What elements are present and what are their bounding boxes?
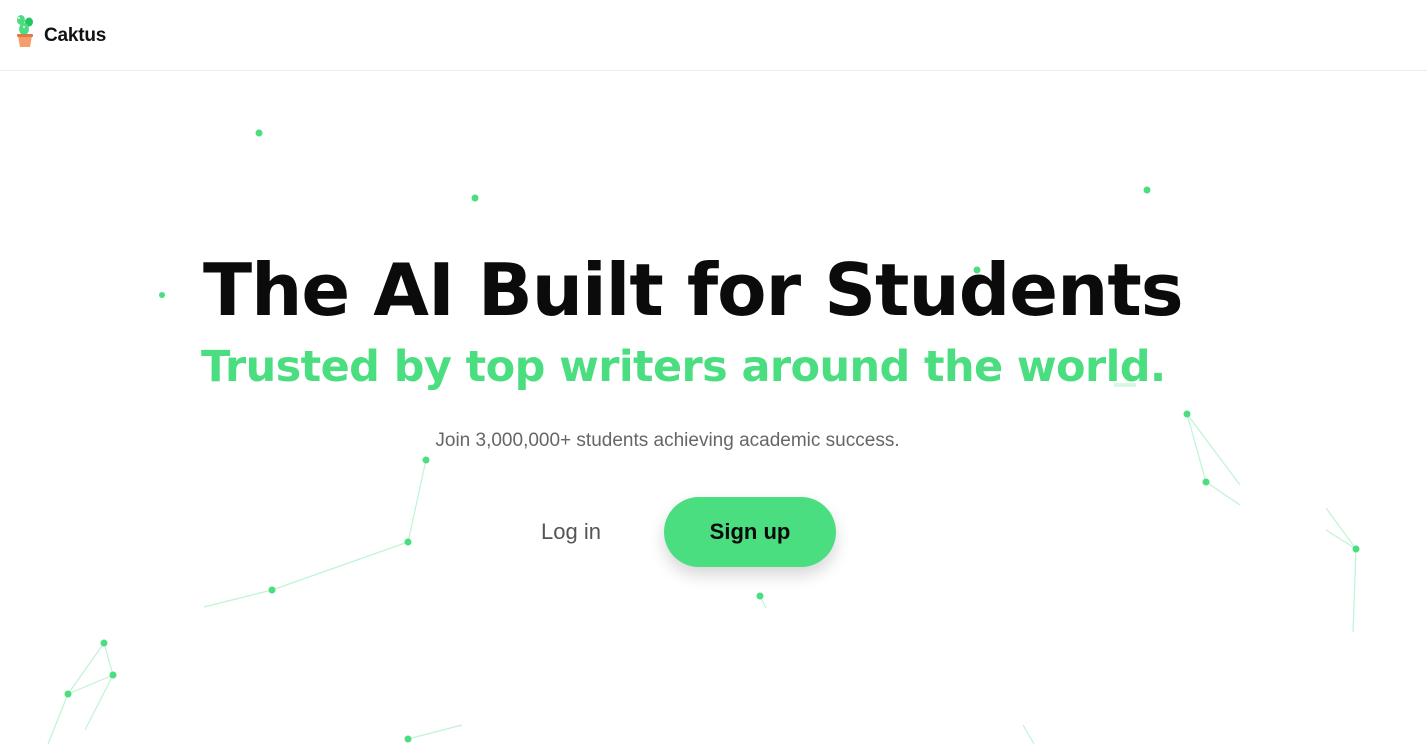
brand-logo-link[interactable]: Caktus <box>12 14 106 53</box>
hero-section: The AI Built for Students Trusted by top… <box>0 0 1427 744</box>
top-navigation-bar: Caktus <box>0 0 1427 71</box>
hero-subheadline: Trusted by top writers around the world. <box>201 342 1166 392</box>
hero-tagline: Join 3,000,000+ students achieving acade… <box>435 430 900 451</box>
cactus-pot-icon <box>12 14 38 53</box>
landing-page: Caktus The AI Built for Students Trusted… <box>0 0 1427 744</box>
login-button[interactable]: Log in <box>520 510 622 554</box>
brand-name: Caktus <box>44 24 107 46</box>
hero-headline: The AI Built for Students <box>203 248 1184 332</box>
typing-cursor <box>1114 383 1136 387</box>
signup-button[interactable]: Sign up <box>664 497 836 567</box>
